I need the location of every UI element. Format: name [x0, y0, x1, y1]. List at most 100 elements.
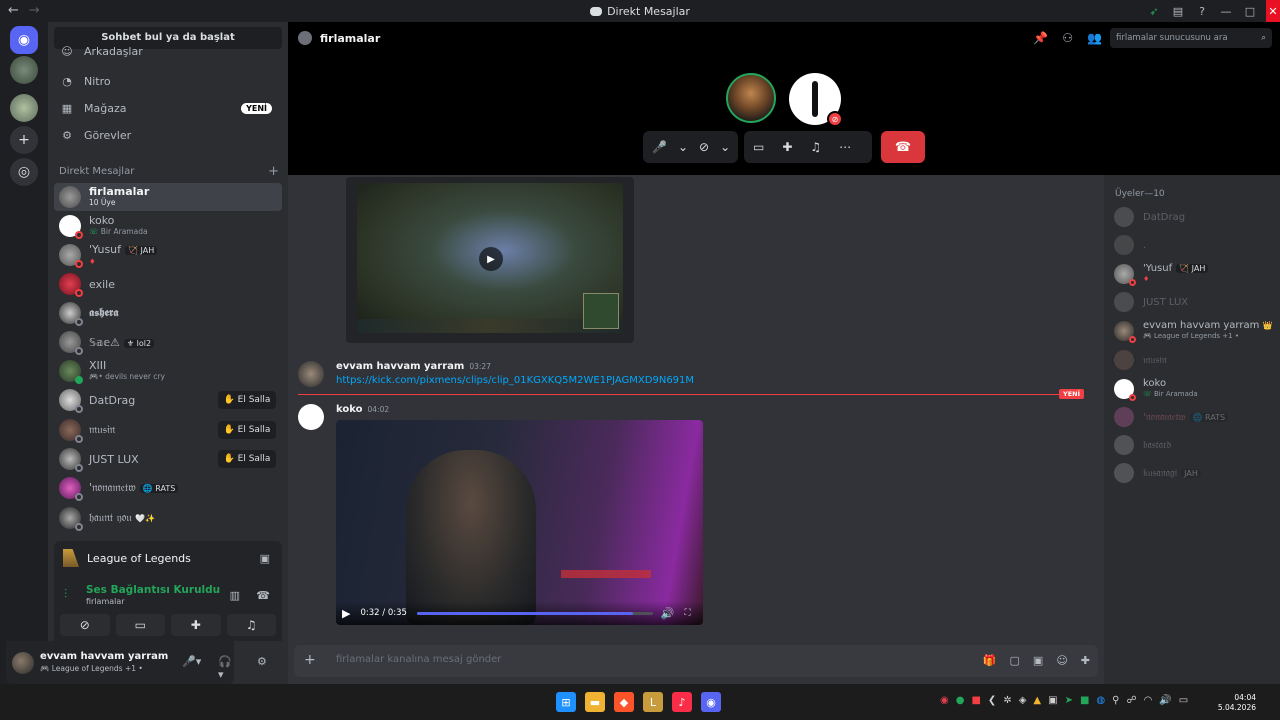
dm-item[interactable]: ꞌ𝔫𝔬𝔫𝔞𝔪𝔢𝔱𝔴 🌐 RATS — [54, 474, 282, 502]
tray-icon[interactable]: ⚲ — [1112, 695, 1119, 706]
tray-icon[interactable]: ◈ — [1019, 695, 1027, 706]
message-link[interactable]: https://kick.com/pixmens/clips/clip_01KG… — [336, 375, 694, 386]
dm-item[interactable]: JUST LUX ✋ El Salla — [54, 445, 282, 473]
tray-icon[interactable]: ✲ — [1003, 695, 1011, 706]
member-item[interactable]: ꞌ𝔫𝔬𝔫𝔞𝔪𝔢𝔱𝔴 🌐 RATS — [1114, 403, 1274, 431]
member-item[interactable]: JUST LUX — [1114, 288, 1274, 316]
tray-icon[interactable]: ● — [956, 695, 965, 706]
play-icon[interactable]: ▶ — [342, 607, 350, 620]
update-icon[interactable]: ➶ — [1148, 5, 1160, 18]
chevron-down-icon[interactable]: ⌄ — [676, 140, 690, 154]
settings-icon[interactable]: ⚙ — [257, 655, 267, 668]
brave-icon[interactable]: ◆ — [614, 692, 634, 712]
dm-item[interactable]: 𝕊𝕒𝕖⚠ ⚜ lol2 — [54, 328, 282, 356]
soundboard-icon[interactable]: ♫ — [801, 140, 830, 154]
dm-item[interactable]: koko ☏ Bir Aramada — [54, 212, 282, 240]
member-item[interactable]: evvam havvam yarram 👑 🎮 League of Legends… — [1114, 317, 1274, 345]
tray-icon[interactable]: ■ — [971, 695, 980, 706]
message-author[interactable]: evvam havvam yarram — [336, 361, 464, 372]
member-item[interactable]: ꞌYusuf 🏹 JAH ♦ — [1114, 260, 1274, 288]
fullscreen-icon[interactable]: ⛶ — [685, 608, 691, 618]
emoji-icon[interactable]: ☺ — [1056, 654, 1067, 667]
activities-button[interactable]: ✚ — [171, 614, 221, 636]
member-item[interactable]: 𝔪𝔲𝔰𝔦𝔫 — [1114, 346, 1274, 374]
dm-item[interactable]: ꞌYusuf 🏹 JAH ♦ — [54, 241, 282, 269]
user-name[interactable]: evvam havvam yarram — [40, 651, 168, 662]
music-icon[interactable]: ♪ — [672, 692, 692, 712]
nav-shop[interactable]: ▦ Mağaza YENİ — [54, 96, 282, 120]
mute-icon[interactable]: 🎤▾ — [182, 655, 201, 668]
apps-icon[interactable]: ✚ — [1081, 654, 1090, 667]
dm-item[interactable]: exile — [54, 270, 282, 298]
call-participant-avatar[interactable]: ⊘ — [789, 73, 843, 127]
pin-icon[interactable]: 📌 — [1033, 31, 1048, 45]
clock[interactable]: 04:04 5.04.2026 — [1218, 693, 1256, 713]
dm-item[interactable]: 𝖆𝖘𝖍𝖊𝖗𝖆 — [54, 299, 282, 327]
tray-icon[interactable]: ■ — [1080, 695, 1089, 706]
message-author[interactable]: koko — [336, 404, 363, 415]
volume-tray-icon[interactable]: 🔊 — [1159, 695, 1171, 706]
dm-item[interactable]: DatDrag ✋ El Salla — [54, 386, 282, 414]
noise-suppression-icon[interactable]: ▥ — [230, 589, 240, 602]
dm-item[interactable]: 𝔪𝔲𝔰𝔦𝔫 ✋ El Salla — [54, 416, 282, 444]
play-icon[interactable]: ▶ — [479, 247, 503, 271]
chevron-down-icon[interactable]: ⌄ — [718, 140, 732, 154]
file-explorer-icon[interactable]: ▬ — [585, 692, 605, 712]
tray-icon[interactable]: ❮ — [988, 695, 996, 706]
attach-icon[interactable]: + — [304, 652, 316, 668]
tray-icon[interactable]: ☍ — [1126, 695, 1136, 706]
soundboard-button[interactable]: ♫ — [226, 614, 276, 636]
gift-icon[interactable]: 🎁 — [983, 654, 997, 667]
tray-icon[interactable]: ◉ — [940, 695, 949, 706]
tray-icon[interactable]: ◍ — [1096, 695, 1105, 706]
video-progress-bar[interactable] — [416, 611, 653, 615]
battery-icon[interactable]: ▭ — [1179, 695, 1188, 706]
nav-quests[interactable]: ⚙ Görevler — [54, 123, 282, 147]
tray-icon[interactable]: ▣ — [1048, 695, 1057, 706]
deafen-icon[interactable]: 🎧▾ — [218, 655, 234, 681]
minimize-button[interactable]: — — [1214, 0, 1238, 22]
video-player[interactable]: ▶ 0:32 / 0:35 🔊 ⛶ — [336, 420, 703, 625]
dm-item[interactable]: firlamalar 10 Üye — [54, 183, 282, 211]
inbox-icon[interactable]: ▤ — [1172, 5, 1184, 18]
wave-button[interactable]: ✋ El Salla — [218, 450, 276, 468]
call-participant-avatar[interactable] — [726, 73, 776, 123]
volume-icon[interactable]: 🔊 — [661, 607, 675, 620]
microphone-icon[interactable]: 🎤 — [643, 140, 676, 154]
member-item[interactable]: 𝔨𝔲𝔰𝔞𝔫𝔞𝔤𝔦 JAH — [1114, 459, 1274, 487]
activities-icon[interactable]: ✚ — [773, 140, 801, 154]
wave-button[interactable]: ✋ El Salla — [218, 391, 276, 409]
member-item[interactable]: koko ☏ Bir Aramada — [1114, 375, 1274, 403]
close-button[interactable]: ✕ — [1266, 0, 1280, 22]
discord-taskbar-icon[interactable]: ◉ — [701, 692, 721, 712]
maximize-button[interactable]: □ — [1238, 0, 1262, 22]
members-icon[interactable]: 👥 — [1087, 31, 1102, 45]
avatar[interactable] — [298, 361, 324, 387]
voice-status[interactable]: Ses Bağlantısı Kuruldu — [86, 584, 220, 596]
server-search-input[interactable]: firlamalar sunucusunu ara ⌕ — [1110, 28, 1272, 48]
nav-friends[interactable]: ☺ Arkadaşlar — [54, 44, 282, 58]
camera-off-button[interactable]: ⊘ — [60, 614, 110, 636]
voice-channel[interactable]: firlamalar — [86, 597, 125, 606]
tray-icon[interactable]: ▲ — [1033, 695, 1041, 706]
help-icon[interactable]: ? — [1196, 5, 1208, 18]
avatar[interactable] — [298, 404, 324, 430]
server-icon[interactable] — [10, 56, 38, 84]
direct-messages-button[interactable]: ◉ — [10, 26, 38, 54]
nav-nitro[interactable]: ◔ Nitro — [54, 69, 282, 93]
league-client-icon[interactable]: L — [643, 692, 663, 712]
disconnect-icon[interactable]: ☎ — [256, 589, 270, 602]
add-server-icon[interactable]: + — [10, 126, 38, 154]
hang-up-button[interactable]: ☎ — [881, 131, 925, 163]
message-composer[interactable]: + firlamalar kanalına mesaj gönder 🎁 ▢ ▣… — [294, 645, 1098, 677]
start-icon[interactable]: ⊞ — [556, 692, 576, 712]
wave-button[interactable]: ✋ El Salla — [218, 421, 276, 439]
screen-share-button[interactable]: ▭ — [115, 614, 165, 636]
wifi-icon[interactable]: ◠ — [1144, 695, 1153, 706]
add-friend-icon[interactable]: ⚇ — [1062, 31, 1073, 45]
activity-share-icon[interactable]: ▣ — [260, 552, 270, 565]
camera-off-icon[interactable]: ⊘ — [690, 140, 718, 154]
dm-item[interactable]: 𝔥𝔞𝔲𝔫𝔱 𝔶𝔬𝔲 🤍✨ — [54, 504, 282, 532]
more-icon[interactable]: ⋯ — [830, 140, 860, 154]
tray-icon[interactable]: ➤ — [1065, 695, 1073, 706]
